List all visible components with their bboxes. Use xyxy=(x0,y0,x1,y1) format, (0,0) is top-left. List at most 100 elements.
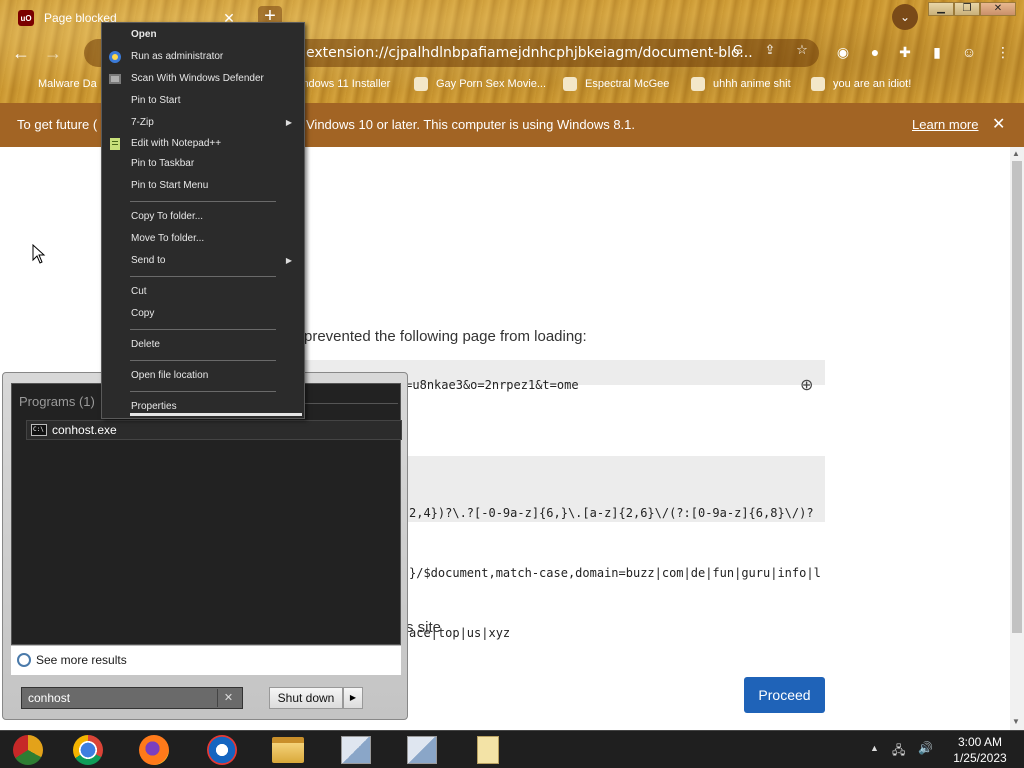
dont-warn-site-text: s site xyxy=(406,619,442,636)
scroll-up-icon[interactable]: ▲ xyxy=(1012,149,1020,158)
learn-more-link[interactable]: Learn more xyxy=(912,117,978,132)
prevented-message: prevented the following page from loadin… xyxy=(304,328,587,345)
programs-header: Programs (1) xyxy=(19,394,95,409)
ublock-icon: uO xyxy=(18,10,34,26)
menu-item-scan-defender[interactable]: Scan With Windows Defender xyxy=(102,69,304,89)
menu-item-copy-to-folder[interactable]: Copy To folder... xyxy=(102,207,304,227)
menu-item-pin-to-taskbar[interactable]: Pin to Taskbar xyxy=(102,154,304,174)
menu-separator xyxy=(130,391,276,392)
menu-item-7zip[interactable]: 7-Zip ▶ xyxy=(102,113,304,133)
shutdown-button[interactable]: Shut down xyxy=(269,687,343,709)
menu-highlight-bar xyxy=(130,413,302,416)
extension-avatar-icon[interactable]: ● xyxy=(864,41,886,63)
shield-icon xyxy=(108,50,122,64)
bookmark-favicon-icon xyxy=(811,77,825,91)
bookmark-item[interactable]: Malware Da xyxy=(38,76,97,92)
defender-icon xyxy=(108,72,122,86)
start-search-input[interactable] xyxy=(21,687,243,709)
scroll-down-icon[interactable]: ▼ xyxy=(1012,717,1020,726)
taskbar: ▲ 🖧 🔊 3:00 AM 1/25/2023 xyxy=(0,730,1024,768)
clear-search-icon[interactable]: ✕ xyxy=(217,689,239,707)
volume-icon[interactable]: 🔊 xyxy=(918,741,933,755)
tray-overflow-icon[interactable]: ▲ xyxy=(870,743,879,753)
see-more-area: See more results xyxy=(11,645,401,675)
search-icon xyxy=(17,653,31,667)
back-icon[interactable]: ← xyxy=(8,40,34,66)
search-results-panel: Programs (1) C:\ conhost.exe xyxy=(11,383,402,645)
menu-separator xyxy=(130,276,276,277)
menu-separator xyxy=(130,360,276,361)
bookmark-item[interactable]: uhhh anime shit xyxy=(691,76,791,92)
menu-item-pin-to-start-menu[interactable]: Pin to Start Menu xyxy=(102,176,304,196)
menu-item-send-to[interactable]: Send to ▶ xyxy=(102,251,304,271)
taskbar-notepad[interactable] xyxy=(462,733,514,767)
taskbar-network-app[interactable] xyxy=(330,733,382,767)
menu-item-run-as-admin[interactable]: Run as administrator xyxy=(102,47,304,67)
bookmark-item[interactable]: you are an idiot! xyxy=(811,76,911,92)
menu-item-delete[interactable]: Delete xyxy=(102,335,304,355)
console-icon: C:\ xyxy=(31,424,47,436)
menu-icon[interactable]: ⋮ xyxy=(992,41,1014,63)
shutdown-options-arrow-icon[interactable]: ▶ xyxy=(343,687,363,709)
bookmark-star-icon[interactable]: ☆ xyxy=(792,40,812,60)
bookmark-item[interactable]: indows 11 Installer xyxy=(300,76,390,92)
close-window-button[interactable]: ✕ xyxy=(980,2,1016,16)
folder-icon xyxy=(272,737,304,763)
proceed-button[interactable]: Proceed xyxy=(744,677,825,713)
menu-item-edit-notepadpp[interactable]: Edit with Notepad++ xyxy=(102,134,304,154)
bookmark-item[interactable]: Espectral McGee xyxy=(563,76,669,92)
taskbar-office[interactable] xyxy=(196,733,248,767)
menu-item-open-file-location[interactable]: Open file location xyxy=(102,366,304,386)
network-icon[interactable]: 🖧 xyxy=(892,741,905,762)
minimize-button[interactable]: ▁ xyxy=(928,2,954,16)
menu-item-copy[interactable]: Copy xyxy=(102,304,304,324)
bookmark-favicon-icon xyxy=(563,77,577,91)
infobar-text: Vindows 10 or later. This computer is us… xyxy=(306,117,636,132)
taskbar-chrome[interactable] xyxy=(62,733,114,767)
bookmark-item[interactable]: Gay Porn Sex Movie... xyxy=(414,76,546,92)
address-text: extension://cjpalhdlnbpafiamejdnhcphjbke… xyxy=(306,45,753,61)
menu-item-pin-to-start[interactable]: Pin to Start xyxy=(102,91,304,111)
menu-item-cut[interactable]: Cut xyxy=(102,282,304,302)
share-icon[interactable]: ⇪ xyxy=(760,40,780,60)
profile-icon[interactable]: ☺ xyxy=(958,41,980,63)
taskbar-network-app-2[interactable] xyxy=(396,733,448,767)
see-more-results-link[interactable]: See more results xyxy=(17,653,127,667)
bookmark-favicon-icon xyxy=(691,77,705,91)
clock-date[interactable]: 1/25/2023 xyxy=(946,751,1014,765)
page-scrollbar[interactable]: ▲ ▼ xyxy=(1010,147,1024,730)
forward-icon[interactable]: → xyxy=(40,40,66,66)
taskbar-chrome-canary[interactable] xyxy=(2,733,54,767)
bookmark-favicon-icon xyxy=(414,77,428,91)
context-menu: Open Run as administrator Scan With Wind… xyxy=(101,22,305,419)
firefox-icon xyxy=(139,735,169,765)
taskbar-file-explorer[interactable] xyxy=(262,733,314,767)
menu-item-move-to-folder[interactable]: Move To folder... xyxy=(102,229,304,249)
chrome-canary-icon xyxy=(13,735,43,765)
scroll-thumb[interactable] xyxy=(1012,161,1022,633)
restore-button[interactable]: ❐ xyxy=(954,2,980,16)
submenu-arrow-icon: ▶ xyxy=(285,256,292,265)
network-app-2-icon xyxy=(407,736,437,764)
taskbar-firefox[interactable] xyxy=(128,733,180,767)
google-icon[interactable]: G xyxy=(728,40,748,60)
infobar-close-icon[interactable]: ✕ xyxy=(992,114,1005,134)
notepadpp-icon xyxy=(108,137,122,151)
menu-item-open[interactable]: Open xyxy=(102,25,304,45)
extension-flag-icon[interactable]: ◉ xyxy=(832,41,854,63)
filter-line: }/$document,match-case,domain=buzz|com|d… xyxy=(409,566,821,580)
chrome-icon xyxy=(73,735,103,765)
infobar-text-left: To get future ( xyxy=(17,117,98,132)
puzzle-icon[interactable]: ✚ xyxy=(894,41,916,63)
program-result-label: conhost.exe xyxy=(52,423,117,437)
zoom-in-icon[interactable]: ⊕ xyxy=(800,375,813,395)
filter-line: ace|top|us|xyz xyxy=(409,626,511,640)
side-panel-icon[interactable]: ▮ xyxy=(926,41,948,63)
program-result-conhost[interactable]: C:\ conhost.exe xyxy=(26,420,402,440)
tab-search-icon[interactable]: ⌄ xyxy=(892,4,918,30)
start-menu: Programs (1) C:\ conhost.exe See more re… xyxy=(2,372,408,720)
submenu-arrow-icon: ▶ xyxy=(285,118,292,127)
clock-time[interactable]: 3:00 AM xyxy=(950,735,1010,749)
menu-separator xyxy=(130,201,276,202)
filter-line: 2,4})?\.?[-0-9a-z]{6,}\.[a-z]{2,6}\/(?:[… xyxy=(409,506,814,520)
